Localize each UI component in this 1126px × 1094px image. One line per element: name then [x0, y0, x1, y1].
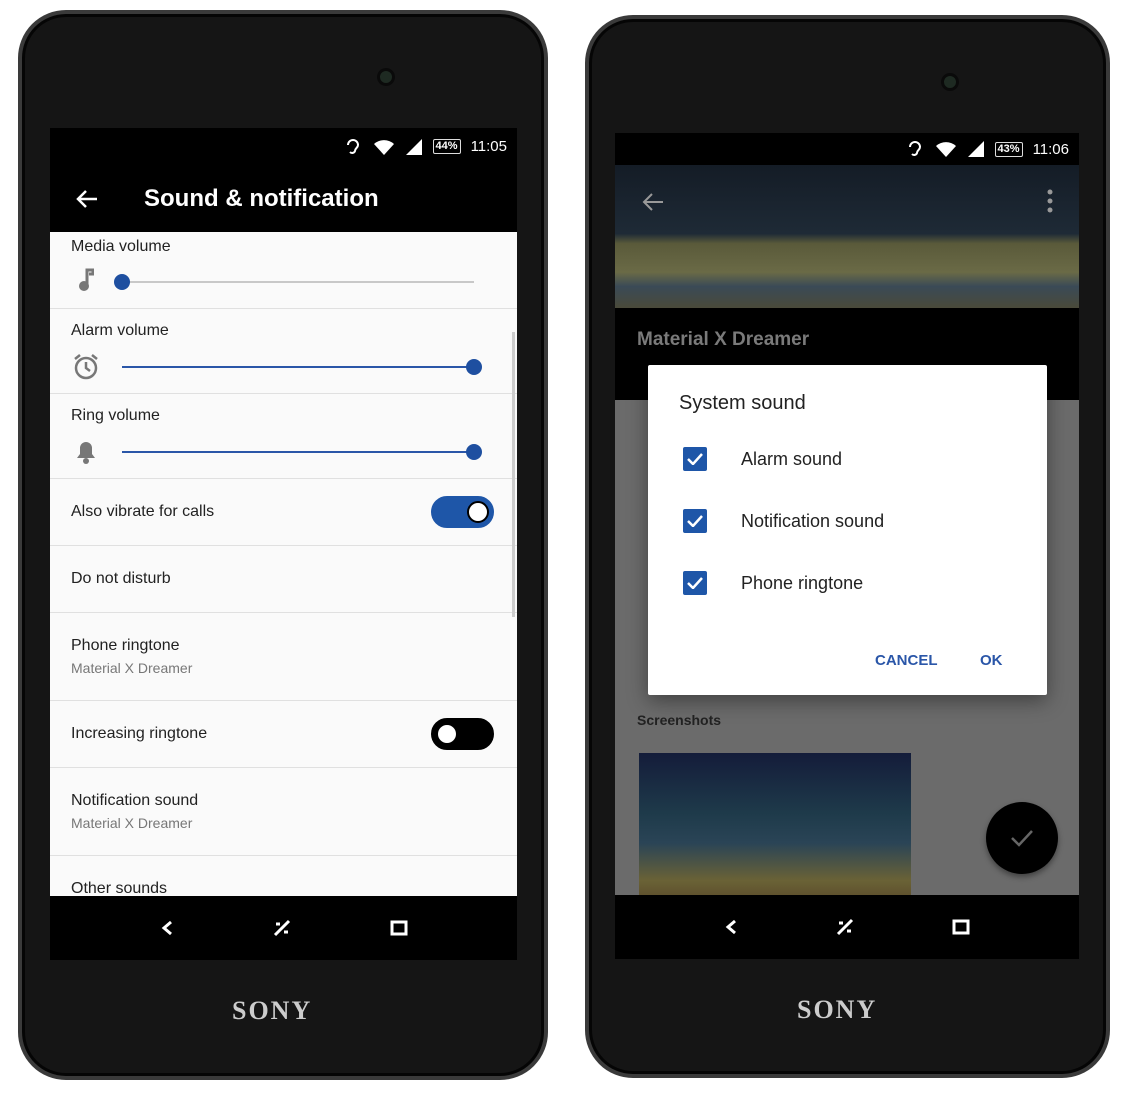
increasing-ringtone-row[interactable]: Increasing ringtone — [50, 701, 517, 768]
home-nav-icon[interactable] — [836, 918, 854, 936]
notification-sound-row[interactable]: Notification sound Material X Dreamer — [50, 768, 517, 856]
apply-fab[interactable] — [986, 802, 1058, 874]
setting-value: Material X Dreamer — [71, 660, 193, 676]
nav-bar — [615, 895, 1079, 959]
setting-value: Material X Dreamer — [71, 815, 193, 831]
battery-indicator: 43% — [994, 141, 1023, 157]
wifi-icon — [373, 139, 394, 155]
wifi-icon — [935, 142, 956, 157]
ok-button[interactable]: OK — [980, 652, 1003, 669]
music-note-icon — [79, 268, 94, 291]
option-phone-ringtone[interactable]: Phone ringtone — [683, 571, 863, 595]
phone-ringtone-row[interactable]: Phone ringtone Material X Dreamer — [50, 613, 517, 701]
setting-label: Do not disturb — [71, 570, 171, 587]
hearing-aid-icon — [346, 138, 359, 154]
app-title: Material X Dreamer — [637, 329, 810, 350]
setting-label: Notification sound — [71, 792, 199, 809]
setting-label: Also vibrate for calls — [71, 503, 215, 520]
dialog-title: System sound — [679, 392, 806, 414]
header-image — [615, 165, 1079, 308]
option-label: Alarm sound — [741, 448, 843, 469]
option-alarm-sound[interactable]: Alarm sound — [683, 447, 842, 471]
checkbox-checked[interactable] — [683, 571, 707, 595]
slider-thumb[interactable] — [114, 274, 130, 290]
back-nav-icon[interactable] — [160, 920, 174, 936]
right-screen: 43% 11:06 Material X Dreamer Screenshots… — [615, 133, 1079, 959]
slider-thumb[interactable] — [466, 444, 482, 460]
back-arrow-icon[interactable] — [642, 192, 664, 212]
brand-logo: SONY — [232, 996, 313, 1025]
recents-nav-icon[interactable] — [390, 920, 408, 936]
check-icon — [687, 577, 703, 589]
recents-nav-icon[interactable] — [952, 919, 970, 935]
alarm-clock-icon — [74, 354, 98, 380]
signal-icon — [967, 141, 984, 157]
alarm-volume-slider[interactable] — [122, 359, 482, 375]
battery-indicator: 44% — [432, 139, 461, 154]
slider-thumb[interactable] — [466, 359, 482, 375]
bell-icon — [77, 442, 95, 464]
status-bar: 43% 11:06 — [615, 133, 1079, 165]
hearing-aid-icon — [908, 141, 921, 156]
front-camera — [941, 73, 959, 91]
cancel-button[interactable]: CANCEL — [875, 652, 938, 669]
vibrate-toggle[interactable] — [431, 496, 494, 528]
home-nav-icon[interactable] — [273, 919, 291, 937]
check-icon — [1011, 830, 1033, 847]
left-screen: 44% 11:05 Sound & notification Media vol… — [50, 128, 517, 960]
check-icon — [687, 453, 703, 465]
media-volume-row: Media volume — [50, 232, 517, 309]
do-not-disturb-row[interactable]: Do not disturb — [50, 546, 517, 613]
signal-icon — [405, 138, 422, 155]
clock: 11:05 — [470, 138, 507, 155]
option-label: Notification sound — [741, 510, 885, 531]
other-sounds-row[interactable]: Other sounds — [50, 856, 517, 896]
checkbox-checked[interactable] — [683, 447, 707, 471]
toolbar: Sound & notification — [50, 165, 517, 232]
option-notification-sound[interactable]: Notification sound — [683, 509, 884, 533]
vibrate-row[interactable]: Also vibrate for calls — [50, 479, 517, 546]
scrollbar[interactable] — [512, 332, 515, 617]
back-arrow-icon[interactable] — [76, 189, 98, 209]
increasing-ringtone-toggle[interactable] — [431, 718, 494, 750]
status-bar: 44% 11:05 — [50, 128, 517, 165]
setting-label: Phone ringtone — [71, 637, 180, 654]
clock: 11:06 — [1032, 140, 1069, 158]
option-label: Phone ringtone — [741, 572, 864, 593]
back-nav-icon[interactable] — [724, 919, 738, 935]
setting-label: Media volume — [71, 238, 171, 255]
checkbox-checked[interactable] — [683, 509, 707, 533]
alarm-volume-row: Alarm volume — [50, 309, 517, 394]
system-sound-dialog: System sound Alarm sound Notification so… — [648, 365, 1047, 695]
setting-label: Alarm volume — [71, 322, 169, 339]
check-icon — [687, 515, 703, 527]
screenshot-thumbnail[interactable] — [639, 753, 911, 903]
ring-volume-slider[interactable] — [122, 444, 482, 460]
front-camera — [377, 68, 395, 86]
setting-label: Increasing ringtone — [71, 725, 208, 742]
setting-label: Other sounds — [71, 880, 168, 896]
page-title: Sound & notification — [144, 184, 379, 212]
media-volume-slider[interactable] — [114, 274, 474, 290]
ring-volume-row: Ring volume — [50, 394, 517, 479]
brand-logo: SONY — [797, 995, 878, 1024]
setting-label: Ring volume — [71, 407, 160, 424]
more-options-icon[interactable] — [1047, 189, 1053, 213]
nav-bar — [50, 896, 517, 960]
settings-list: Media volume Alarm volume Ring volume Al… — [50, 232, 517, 896]
section-screenshots: Screenshots — [637, 712, 722, 728]
